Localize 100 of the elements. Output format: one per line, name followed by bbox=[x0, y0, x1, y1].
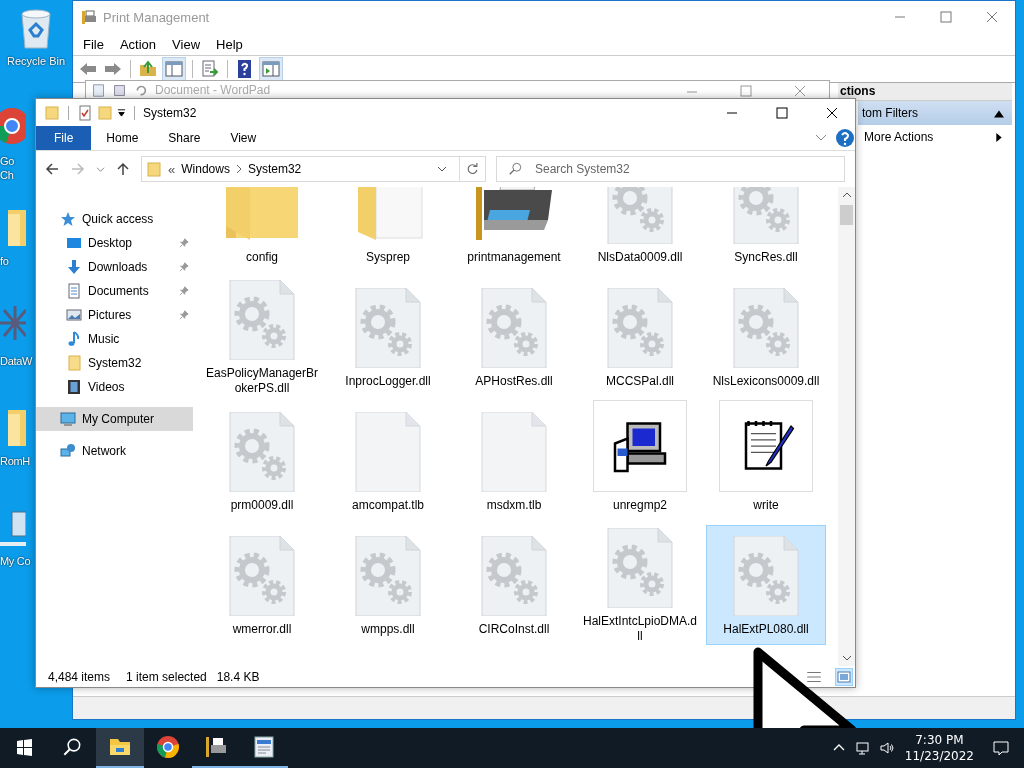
nav-item[interactable]: Pictures bbox=[36, 303, 193, 327]
file-name: SyncRes.dll bbox=[733, 250, 799, 265]
file-name: CIRCoInst.dll bbox=[477, 622, 551, 637]
clock[interactable]: 7:30 PM 11/23/2022 bbox=[904, 732, 974, 764]
scrollbar[interactable] bbox=[838, 187, 855, 666]
file-item[interactable]: wmerror.dll bbox=[202, 525, 322, 645]
file-item[interactable]: Sysprep bbox=[328, 187, 448, 273]
ribbon-tab[interactable]: Share bbox=[153, 126, 216, 150]
network-icon[interactable] bbox=[854, 740, 871, 756]
printer-icon bbox=[81, 9, 97, 25]
address-bar[interactable]: « Windows System32 bbox=[141, 156, 486, 182]
nav-item[interactable]: System32 bbox=[36, 351, 193, 375]
nav-item[interactable]: Quick access bbox=[36, 207, 193, 231]
menu-item[interactable]: View bbox=[164, 36, 209, 52]
search-field[interactable]: Search System32 bbox=[496, 156, 845, 182]
menu-item[interactable]: Help bbox=[208, 36, 251, 52]
file-item[interactable]: HalExtIntcLpioDMA.dll bbox=[580, 525, 700, 645]
file-item[interactable]: SyncRes.dll bbox=[706, 187, 826, 273]
window-title: Print Management bbox=[103, 9, 210, 25]
file-item[interactable]: amcompat.tlb bbox=[328, 401, 448, 521]
film-icon bbox=[66, 379, 82, 395]
file-name: write bbox=[752, 498, 780, 513]
nav-item[interactable]: Network bbox=[36, 439, 193, 463]
file-item[interactable]: HalExtPL080.dll bbox=[706, 525, 826, 645]
file-name: msdxm.tlb bbox=[485, 498, 543, 513]
folder-icon bbox=[44, 104, 60, 121]
file-item[interactable]: MCCSPal.dll bbox=[580, 277, 700, 397]
file-item[interactable]: CIRCoInst.dll bbox=[454, 525, 574, 645]
chrome-icon bbox=[156, 735, 180, 759]
export-list-icon[interactable] bbox=[199, 58, 221, 80]
ribbon-tab[interactable]: Home bbox=[91, 126, 154, 150]
nav-item[interactable]: My Computer bbox=[36, 407, 193, 431]
window-title: System32 bbox=[143, 105, 197, 120]
action-item[interactable]: More Actions bbox=[858, 125, 1012, 149]
taskbar-app[interactable] bbox=[96, 728, 144, 768]
clock-date: 11/23/2022 bbox=[904, 748, 974, 764]
file-item[interactable]: write bbox=[706, 401, 826, 521]
recent-locations-icon[interactable] bbox=[96, 165, 105, 173]
properties-icon[interactable] bbox=[77, 104, 93, 121]
breadcrumb[interactable]: Windows bbox=[181, 162, 230, 176]
forward-icon[interactable] bbox=[70, 161, 86, 177]
file-name: APHostRes.dll bbox=[474, 374, 554, 389]
pictures-icon bbox=[66, 307, 82, 323]
menu-item[interactable]: Action bbox=[111, 36, 165, 52]
file-item[interactable]: NlsLexicons0009.dll bbox=[706, 277, 826, 397]
file-name: HalExtIntcLpioDMA.dll bbox=[582, 614, 698, 644]
window-title: Document - WordPad bbox=[155, 84, 271, 97]
music-note-icon bbox=[66, 331, 82, 347]
customize-icon[interactable] bbox=[117, 108, 126, 117]
actions-header: ctions bbox=[838, 83, 1012, 101]
nav-item[interactable]: Music bbox=[36, 327, 193, 351]
breadcrumb[interactable]: System32 bbox=[247, 162, 302, 176]
chevron-icon[interactable] bbox=[235, 164, 242, 174]
expand-ribbon-icon[interactable] bbox=[815, 134, 827, 142]
nav-item[interactable]: Videos bbox=[36, 375, 193, 399]
star-icon bbox=[60, 211, 76, 227]
file-item[interactable]: InprocLogger.dll bbox=[328, 277, 448, 397]
file-item[interactable]: APHostRes.dll bbox=[454, 277, 574, 397]
hidden-path-indicator[interactable]: « bbox=[168, 161, 176, 177]
file-item[interactable]: msdxm.tlb bbox=[454, 401, 574, 521]
file-name: wmerror.dll bbox=[231, 622, 293, 637]
help-icon[interactable] bbox=[835, 128, 855, 148]
submenu-arrow-icon bbox=[994, 132, 1004, 142]
selection-size: 18.4 KB bbox=[216, 669, 260, 684]
download-icon bbox=[66, 259, 82, 275]
volume-icon[interactable] bbox=[878, 740, 895, 756]
file-item[interactable]: prm0009.dll bbox=[202, 401, 322, 521]
up-icon[interactable] bbox=[115, 161, 131, 177]
menu-item[interactable]: File bbox=[75, 36, 112, 52]
console-tree-icon[interactable] bbox=[162, 57, 186, 81]
file-item[interactable]: unregmp2 bbox=[580, 401, 700, 521]
file-item[interactable]: NlsData0009.dll bbox=[580, 187, 700, 273]
selection-status: 1 item selected bbox=[126, 669, 207, 684]
network-icon bbox=[60, 443, 76, 459]
file-item[interactable]: EasPolicyManagerBrokerPS.dll bbox=[202, 277, 322, 397]
file-name: unregmp2 bbox=[611, 498, 668, 513]
file-name: InprocLogger.dll bbox=[344, 374, 432, 389]
file-name: NlsData0009.dll bbox=[596, 250, 684, 265]
nav-item[interactable]: Desktop bbox=[36, 231, 193, 255]
file-name: HalExtPL080.dll bbox=[722, 622, 810, 637]
file-item[interactable]: config bbox=[202, 187, 322, 273]
undo-icon[interactable] bbox=[134, 84, 147, 97]
desktop-icon bbox=[66, 235, 82, 251]
file-item[interactable]: wmpps.dll bbox=[328, 525, 448, 645]
file-name: MCCSPal.dll bbox=[605, 374, 675, 389]
nav-item[interactable]: Downloads bbox=[36, 255, 193, 279]
ribbon-tab[interactable]: File bbox=[36, 126, 92, 150]
ribbon-tab[interactable]: View bbox=[215, 126, 272, 150]
file-name: Sysprep bbox=[365, 250, 411, 265]
file-name: amcompat.tlb bbox=[351, 498, 425, 513]
notifications-icon[interactable] bbox=[992, 739, 1010, 757]
actions-group-header[interactable]: tom Filters bbox=[858, 101, 1012, 125]
document-icon bbox=[66, 283, 82, 299]
clock-time: 7:30 PM bbox=[915, 732, 964, 748]
dropdown-icon[interactable] bbox=[437, 165, 447, 173]
scroll-thumb[interactable] bbox=[840, 205, 853, 225]
back-icon[interactable] bbox=[44, 161, 60, 177]
nav-item[interactable]: Documents bbox=[36, 279, 193, 303]
collapse-icon bbox=[994, 108, 1004, 118]
file-item[interactable]: printmanagement bbox=[454, 187, 574, 273]
